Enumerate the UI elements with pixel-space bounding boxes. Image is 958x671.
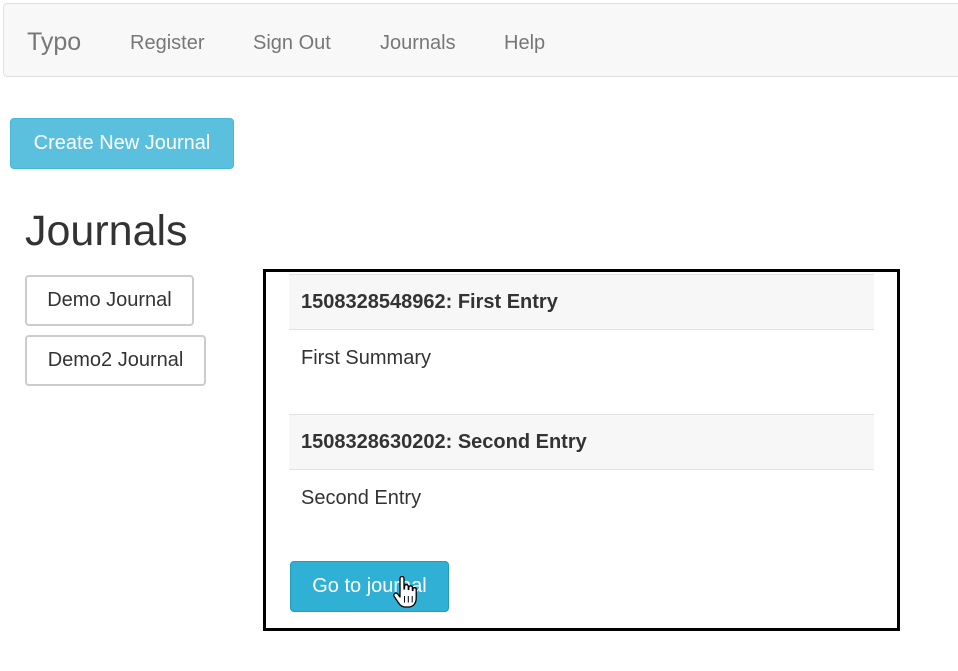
- entry-header-first: 1508328548962: First Entry: [289, 274, 874, 330]
- nav-journals-link[interactable]: Journals: [380, 32, 456, 54]
- page-title: Journals: [25, 207, 188, 255]
- journal-preview-popup: 1508328548962: First Entry First Summary…: [263, 269, 900, 631]
- journal-button-demo[interactable]: Demo Journal: [25, 275, 194, 326]
- create-new-journal-button[interactable]: Create New Journal: [10, 118, 234, 169]
- nav-help-link[interactable]: Help: [504, 32, 545, 54]
- entry-header-second: 1508328630202: Second Entry: [289, 414, 874, 470]
- nav-sign-out-link[interactable]: Sign Out: [253, 32, 331, 54]
- entry-summary-first: First Summary: [301, 347, 431, 369]
- hand-pointer-icon: [393, 576, 417, 608]
- entry-summary-second: Second Entry: [301, 487, 422, 509]
- go-to-journal-button[interactable]: Go to journal: [290, 561, 449, 612]
- journal-button-demo2[interactable]: Demo2 Journal: [25, 335, 206, 386]
- nav-register-link[interactable]: Register: [130, 32, 204, 54]
- navbar-brand[interactable]: Typo: [27, 28, 81, 56]
- top-navbar: Typo Register Sign Out Journals Help: [3, 3, 958, 77]
